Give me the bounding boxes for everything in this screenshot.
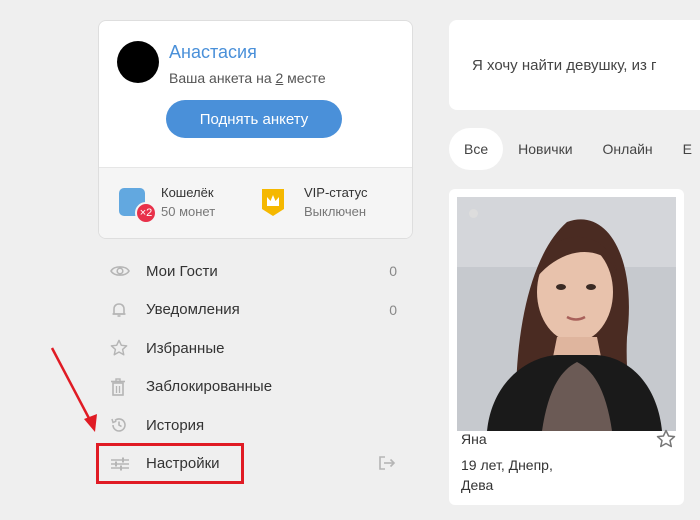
profile-stats: ×2 Кошелёк 50 монет VIP-статус Выключен xyxy=(99,167,412,238)
menu-item-count: 0 xyxy=(389,263,397,280)
card-name: Яна xyxy=(461,431,487,447)
menu-item-label: История xyxy=(146,416,205,434)
menu-item-guests[interactable]: Мои Гости 0 xyxy=(110,252,410,291)
eye-icon xyxy=(110,261,136,281)
person-photo-illustration xyxy=(457,197,676,431)
tab-new[interactable]: Новички xyxy=(503,128,587,170)
user-name[interactable]: Анастасия xyxy=(169,42,257,63)
menu-item-history[interactable]: История xyxy=(110,406,410,445)
raise-profile-button[interactable]: Поднять анкету xyxy=(166,100,342,138)
tab-online[interactable]: Онлайн xyxy=(588,128,668,170)
vip-status: Выключен xyxy=(304,204,367,219)
wallet-balance: 50 монет xyxy=(161,204,216,219)
tab-more[interactable]: Е xyxy=(668,128,700,170)
tab-all[interactable]: Все xyxy=(449,128,504,170)
avatar[interactable] xyxy=(117,41,159,83)
wallet-badge: ×2 xyxy=(135,202,157,224)
vip-title[interactable]: VIP-статус xyxy=(304,185,368,200)
crown-icon[interactable] xyxy=(260,187,286,217)
profile-card: Анастасия Ваша анкета на 2 месте Поднять… xyxy=(98,20,413,239)
menu-item-count: 0 xyxy=(389,301,397,318)
profile-header: Анастасия Ваша анкета на 2 месте Поднять… xyxy=(99,21,412,167)
profile-rank: Ваша анкета на 2 месте xyxy=(169,70,326,86)
search-panel: Я хочу найти девушку, из г xyxy=(449,20,700,110)
menu-item-label: Мои Гости xyxy=(146,262,218,280)
settings-highlight-box xyxy=(96,443,244,484)
history-icon xyxy=(110,415,136,435)
trash-icon xyxy=(110,377,136,397)
favorite-star-icon[interactable] xyxy=(656,429,676,449)
search-criteria[interactable]: Я хочу найти девушку, из г xyxy=(472,57,656,74)
online-status-dot xyxy=(469,209,478,218)
menu-item-label: Заблокированные xyxy=(146,378,273,396)
filter-tabs: Все Новички Онлайн Е xyxy=(449,128,700,170)
logout-icon[interactable] xyxy=(378,455,396,475)
wallet-title[interactable]: Кошелёк xyxy=(161,185,214,200)
menu-item-label: Уведомления xyxy=(146,301,240,319)
rank-suffix: месте xyxy=(283,70,326,86)
menu-item-favorites[interactable]: Избранные xyxy=(110,329,410,368)
star-icon xyxy=(110,338,136,358)
bell-icon xyxy=(110,300,136,320)
menu-item-blocked[interactable]: Заблокированные xyxy=(110,368,410,407)
profile-photo-card[interactable]: Яна 19 лет, Днепр, Дева xyxy=(449,189,684,505)
card-details: 19 лет, Днепр, Дева xyxy=(461,457,553,493)
profile-photo[interactable] xyxy=(457,197,676,431)
rank-prefix: Ваша анкета на xyxy=(169,70,276,86)
menu-item-label: Избранные xyxy=(146,339,225,357)
red-arrow-annotation xyxy=(50,347,97,432)
menu-item-notifications[interactable]: Уведомления 0 xyxy=(110,291,410,330)
